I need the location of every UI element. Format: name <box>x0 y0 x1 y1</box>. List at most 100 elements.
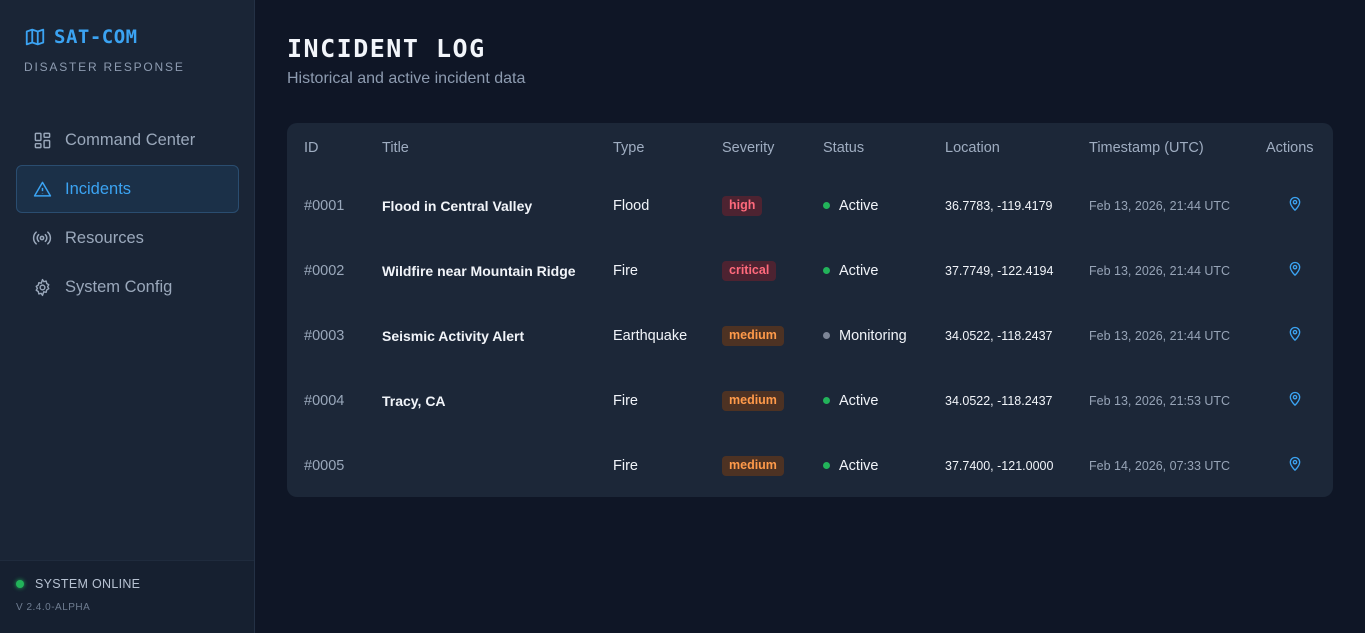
table-body: #0001 Flood in Central Valley Flood high… <box>287 173 1333 497</box>
status-text: Active <box>839 392 879 409</box>
table-header: ID Title Type Severity Status Location T… <box>287 123 1333 173</box>
incident-location: 34.0522, -118.2437 <box>945 393 1053 408</box>
severity-cell: high <box>722 173 823 238</box>
incident-timestamp: Feb 13, 2026, 21:44 UTC <box>1089 263 1231 278</box>
sidebar-item-resources[interactable]: Resources <box>16 214 239 262</box>
dashboard-grid-icon <box>32 130 52 150</box>
severity-badge: medium <box>722 455 784 476</box>
status-indicator: Active <box>823 263 945 279</box>
incident-type: Fire <box>613 457 638 474</box>
table-header-row: ID Title Type Severity Status Location T… <box>287 123 1333 173</box>
severity-cell: medium <box>722 433 823 497</box>
status-cell: Active <box>823 173 945 238</box>
incident-table-card: ID Title Type Severity Status Location T… <box>287 123 1333 497</box>
column-header-title: Title <box>382 140 409 156</box>
actions-cell <box>1266 173 1333 238</box>
brand-name: SAT-COM <box>54 26 138 48</box>
map-icon <box>24 26 46 48</box>
incident-timestamp: Feb 13, 2026, 21:44 UTC <box>1089 198 1231 213</box>
brand: SAT-COM DISASTER RESPONSE <box>24 26 185 74</box>
column-header-location: Location <box>945 140 1000 156</box>
sidebar-item-label: Incidents <box>65 179 132 198</box>
incident-title: Flood in Central Valley <box>382 197 533 214</box>
map-pin-icon[interactable] <box>1286 195 1304 213</box>
table-row[interactable]: #0005 Fire medium Active 37.7400, -121.0… <box>287 433 1333 497</box>
status-cell: Active <box>823 368 945 433</box>
sidebar-item-system-config[interactable]: System Config <box>16 263 239 311</box>
sidebar-item-incidents[interactable]: Incidents <box>16 165 239 213</box>
status-indicator: Active <box>823 458 945 474</box>
table-row[interactable]: #0001 Flood in Central Valley Flood high… <box>287 173 1333 238</box>
incident-id: #0002 <box>304 262 345 279</box>
severity-badge: high <box>722 195 763 216</box>
status-text: Active <box>839 197 879 214</box>
incident-id: #0003 <box>304 327 345 344</box>
incident-id: #0001 <box>304 197 345 214</box>
app: SAT-COM DISASTER RESPONSE Command Center <box>0 0 1365 633</box>
sidebar-nav: Command Center Incidents Resources Syste… <box>16 116 239 312</box>
incident-id: #0005 <box>304 457 345 474</box>
status-dot-icon <box>823 267 830 274</box>
table-row[interactable]: #0004 Tracy, CA Fire medium Active 34.05… <box>287 368 1333 433</box>
column-header-type: Type <box>613 140 645 156</box>
incident-type: Flood <box>613 197 650 214</box>
broadcast-icon <box>32 228 52 248</box>
severity-badge: medium <box>722 325 784 346</box>
status-indicator: Active <box>823 393 945 409</box>
incident-type: Earthquake <box>613 327 688 344</box>
table-row[interactable]: #0002 Wildfire near Mountain Ridge Fire … <box>287 238 1333 303</box>
severity-cell: critical <box>722 238 823 303</box>
incident-type: Fire <box>613 262 638 279</box>
map-pin-icon[interactable] <box>1286 390 1304 408</box>
incident-title: Tracy, CA <box>382 392 446 409</box>
status-cell: Monitoring <box>823 303 945 368</box>
severity-badge: medium <box>722 390 784 411</box>
sidebar-item-label: Resources <box>65 228 144 247</box>
actions-cell <box>1266 433 1333 497</box>
status-text: Active <box>839 457 879 474</box>
actions-cell <box>1266 303 1333 368</box>
status-indicator: Active <box>823 198 945 214</box>
column-header-severity: Severity <box>722 140 775 156</box>
main-content: INCIDENT LOG Historical and active incid… <box>255 0 1365 633</box>
brand-subtitle: DISASTER RESPONSE <box>24 60 185 74</box>
sidebar-item-label: System Config <box>65 277 173 296</box>
incident-location: 37.7400, -121.0000 <box>945 458 1054 473</box>
column-header-timestamp: Timestamp (UTC) <box>1089 140 1204 156</box>
status-text: Active <box>839 262 879 279</box>
column-header-actions: Actions <box>1266 140 1314 156</box>
map-pin-icon[interactable] <box>1286 455 1304 473</box>
incident-title: Seismic Activity Alert <box>382 327 525 344</box>
actions-cell <box>1266 238 1333 303</box>
column-header-status: Status <box>823 140 865 156</box>
incident-title <box>382 433 613 497</box>
incident-timestamp: Feb 14, 2026, 07:33 UTC <box>1089 458 1231 473</box>
map-pin-icon[interactable] <box>1286 325 1304 343</box>
page-title: INCIDENT LOG <box>287 34 486 63</box>
status-dot-icon <box>823 397 830 404</box>
map-pin-icon[interactable] <box>1286 260 1304 278</box>
column-header-id: ID <box>304 140 319 156</box>
incident-title: Wildfire near Mountain Ridge <box>382 262 576 279</box>
warning-triangle-icon <box>32 179 52 199</box>
system-footer: SYSTEM ONLINE V 2.4.0-ALPHA <box>0 560 254 633</box>
system-status-text: SYSTEM ONLINE <box>35 577 141 591</box>
status-text: Monitoring <box>839 327 907 344</box>
incident-id: #0004 <box>304 392 345 409</box>
status-dot-icon <box>16 580 24 588</box>
sidebar-item-command-center[interactable]: Command Center <box>16 116 239 164</box>
table-row[interactable]: #0003 Seismic Activity Alert Earthquake … <box>287 303 1333 368</box>
status-dot-icon <box>823 332 830 339</box>
sidebar-item-label: Command Center <box>65 130 196 149</box>
incident-timestamp: Feb 13, 2026, 21:53 UTC <box>1089 393 1231 408</box>
page-subtitle: Historical and active incident data <box>287 70 526 87</box>
sidebar: SAT-COM DISASTER RESPONSE Command Center <box>0 0 255 633</box>
brand-row: SAT-COM <box>24 26 185 48</box>
incident-location: 37.7749, -122.4194 <box>945 263 1054 278</box>
incident-type: Fire <box>613 392 638 409</box>
incident-location: 34.0522, -118.2437 <box>945 328 1053 343</box>
version-label: V 2.4.0-ALPHA <box>16 602 91 613</box>
status-dot-icon <box>823 462 830 469</box>
system-status: SYSTEM ONLINE <box>16 577 140 591</box>
incident-location: 36.7783, -119.4179 <box>945 198 1053 213</box>
